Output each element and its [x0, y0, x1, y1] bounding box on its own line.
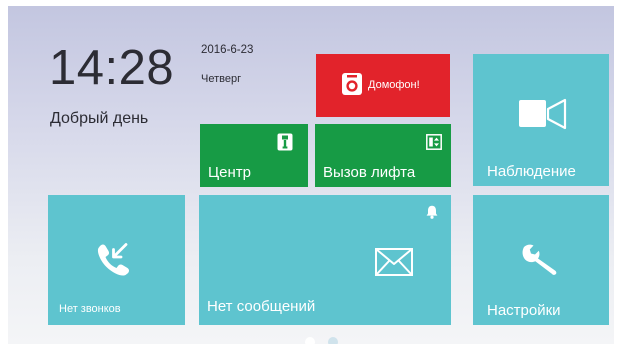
bell-icon	[426, 205, 438, 219]
elevator-tile[interactable]: Вызов лифта	[315, 124, 451, 187]
concierge-icon	[277, 133, 293, 151]
elevator-icon	[426, 134, 442, 150]
surveillance-label: Наблюдение	[487, 163, 576, 180]
settings-label: Настройки	[487, 302, 561, 319]
intercom-icon	[342, 73, 362, 95]
calls-tile[interactable]: Нет звонков	[48, 195, 185, 325]
envelope-icon	[375, 248, 413, 276]
date-text: 2016-6-23	[201, 44, 254, 56]
home-screen: 14:28 Добрый день 2016-6-23 Четверг Домо…	[8, 6, 614, 344]
page-dot-1[interactable]	[305, 337, 315, 344]
elevator-label: Вызов лифта	[323, 164, 416, 181]
calls-label: Нет звонков	[59, 303, 121, 315]
missed-call-icon	[97, 243, 129, 276]
video-camera-icon	[519, 98, 567, 130]
greeting-text: Добрый день	[50, 110, 149, 127]
page-indicator	[8, 337, 614, 344]
center-tile[interactable]: Центр	[200, 124, 308, 187]
intercom-tile[interactable]: Домофон!	[316, 54, 450, 117]
messages-label: Нет сообщений	[207, 298, 316, 315]
surveillance-tile[interactable]: Наблюдение	[473, 54, 609, 186]
page-dot-2[interactable]	[328, 337, 338, 344]
wrench-icon	[522, 244, 557, 275]
messages-tile[interactable]: Нет сообщений	[199, 195, 451, 325]
center-label: Центр	[208, 164, 251, 181]
settings-tile[interactable]: Настройки	[473, 195, 609, 325]
intercom-label: Домофон!	[368, 79, 420, 91]
clock-time: 14:28	[49, 41, 175, 95]
weekday-text: Четверг	[201, 73, 242, 85]
